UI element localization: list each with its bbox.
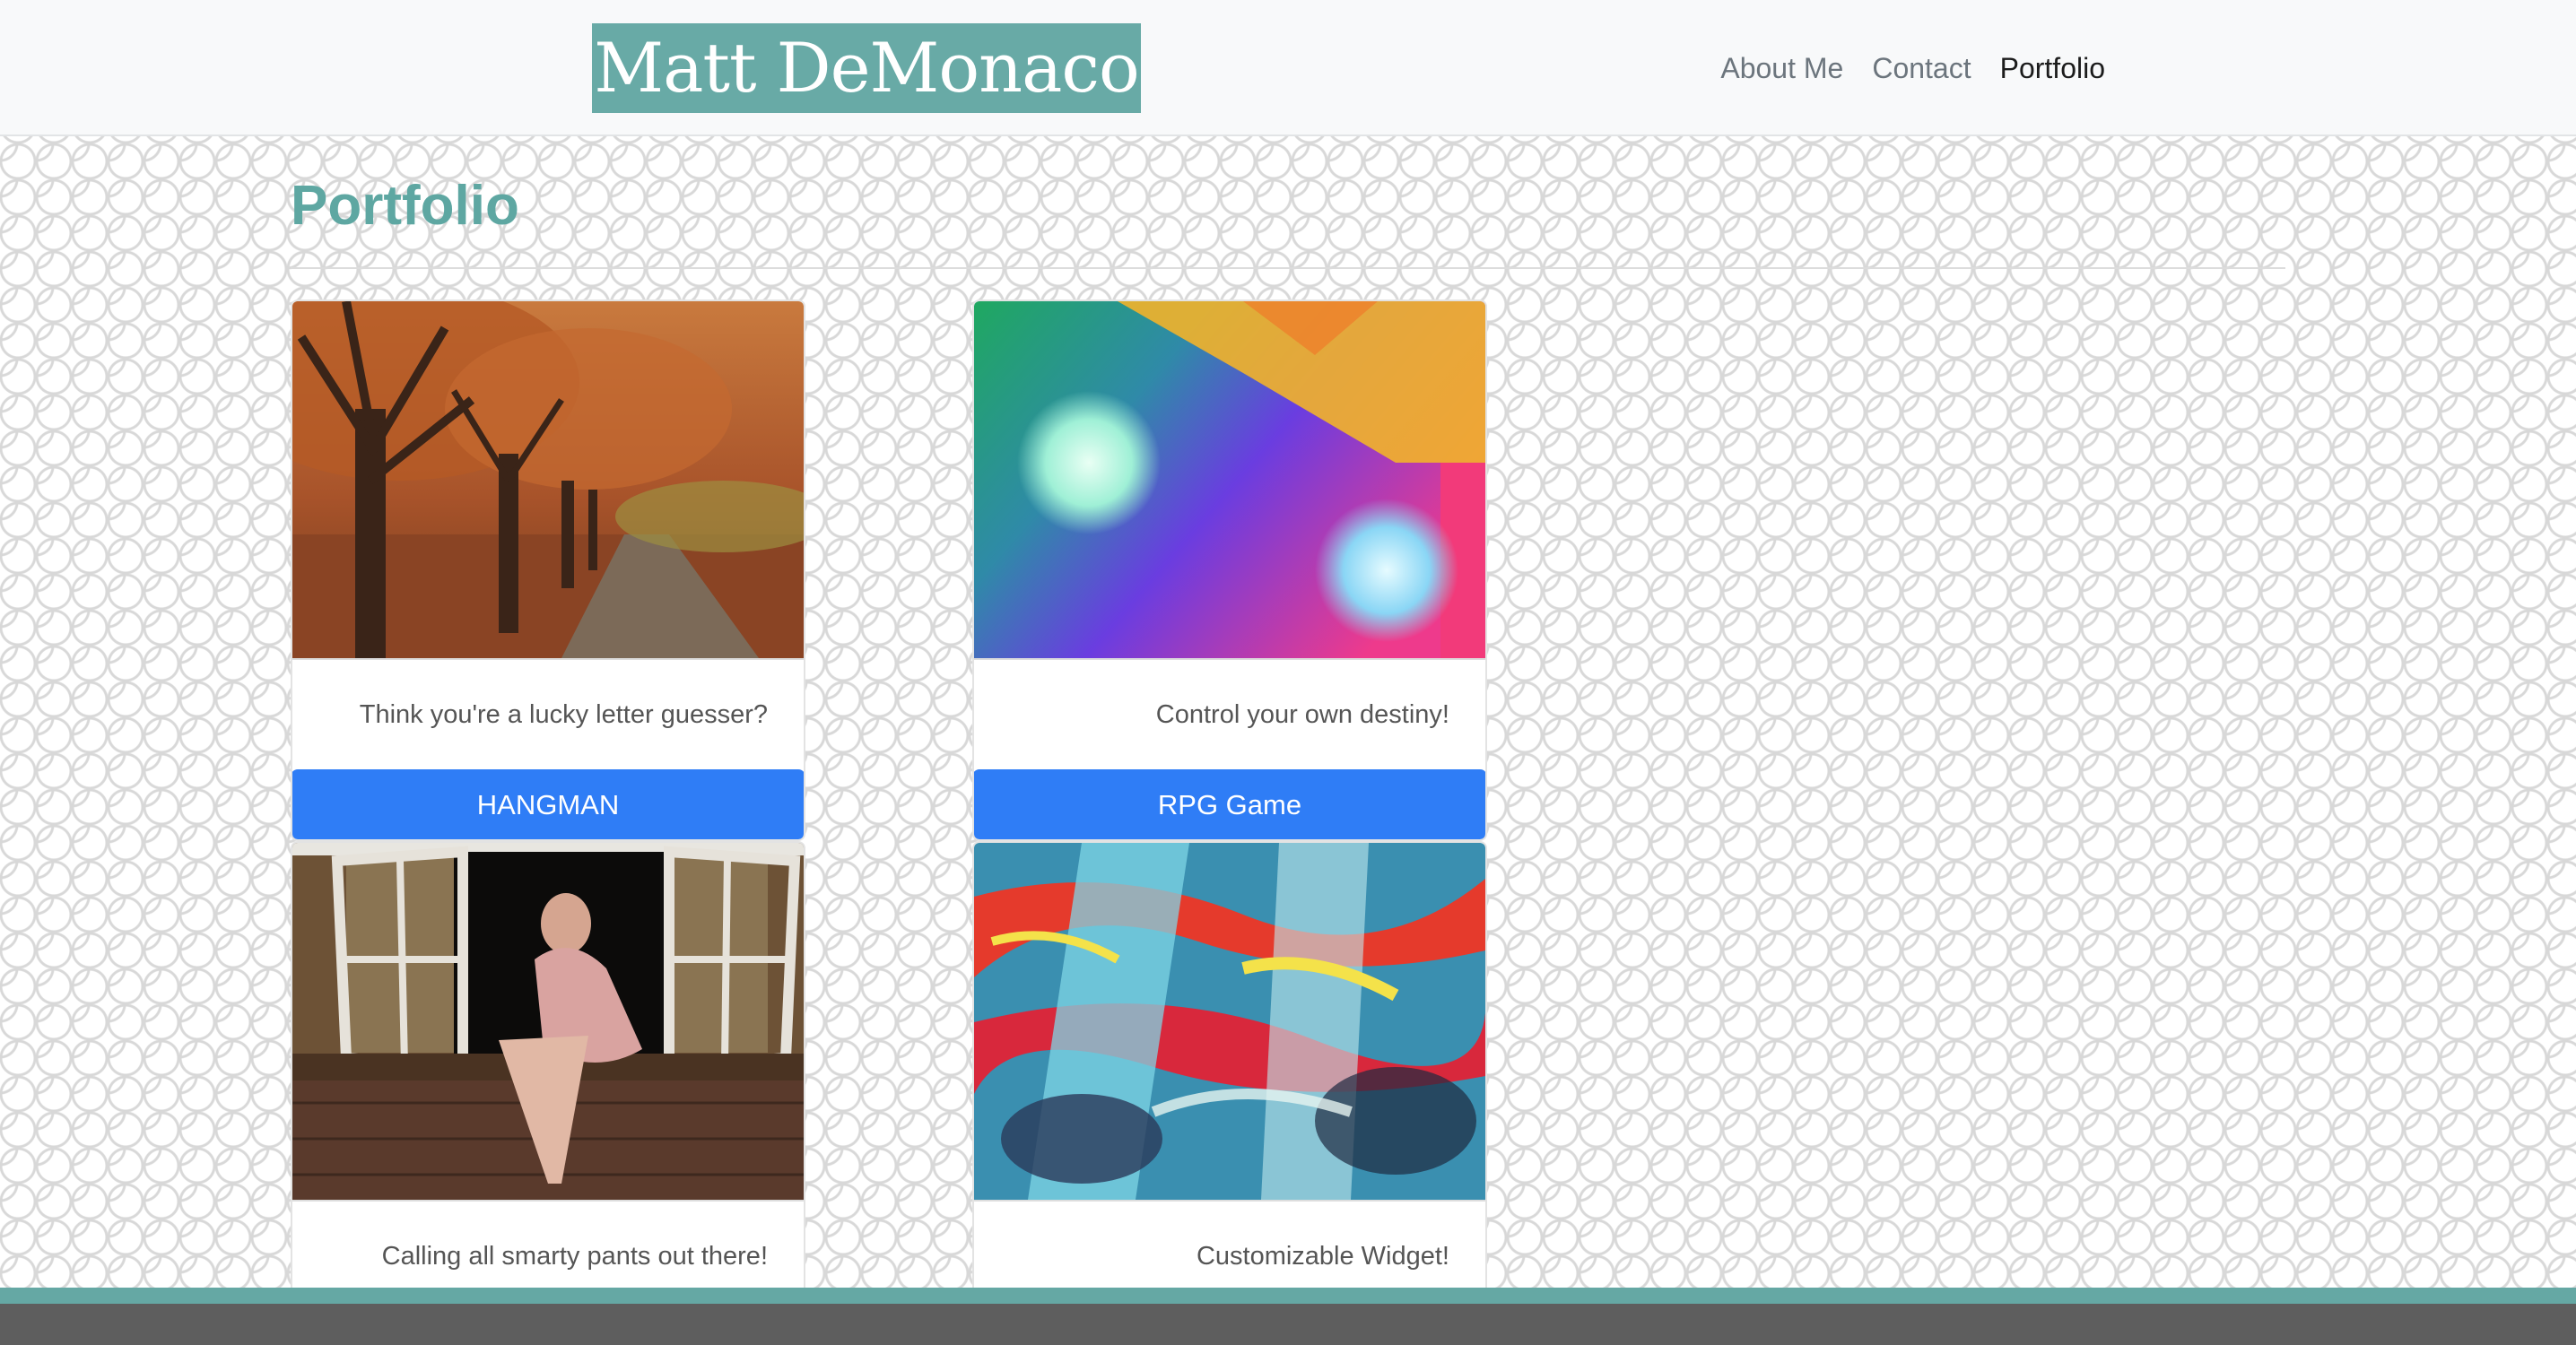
hangman-button[interactable]: HANGMAN — [292, 769, 804, 839]
abstract-paint-image — [974, 843, 1485, 1202]
title-divider — [291, 267, 2285, 269]
nav-link-contact[interactable]: Contact — [1858, 45, 1985, 91]
footer-accent-bar — [0, 1288, 2576, 1304]
footer — [0, 1304, 2576, 1345]
brand-logo[interactable]: Matt DeMonaco — [592, 23, 1141, 113]
portfolio-card-trivia: Calling all smarty pants out there! — [291, 841, 805, 1307]
rpg-game-button[interactable]: RPG Game — [974, 769, 1485, 839]
portfolio-card-widget: Customizable Widget! — [972, 841, 1487, 1307]
nav-links: About Me Contact Portfolio — [1706, 45, 2119, 91]
portfolio-card-rpg: Control your own destiny! RPG Game — [972, 299, 1487, 841]
colorful-bokeh-image — [974, 301, 1485, 660]
card-description: Control your own destiny! — [1155, 700, 1449, 729]
page-title: Portfolio — [291, 175, 519, 237]
nav-link-portfolio[interactable]: Portfolio — [1986, 45, 2119, 91]
nav-link-about-me[interactable]: About Me — [1706, 45, 1858, 91]
card-description: Think you're a lucky letter guesser? — [359, 700, 768, 729]
navbar: Matt DeMonaco About Me Contact Portfolio — [0, 0, 2576, 136]
portfolio-card-hangman: Think you're a lucky letter guesser? HAN… — [291, 299, 805, 841]
autumn-trees-image — [292, 301, 804, 660]
woman-in-window-image — [292, 843, 804, 1202]
